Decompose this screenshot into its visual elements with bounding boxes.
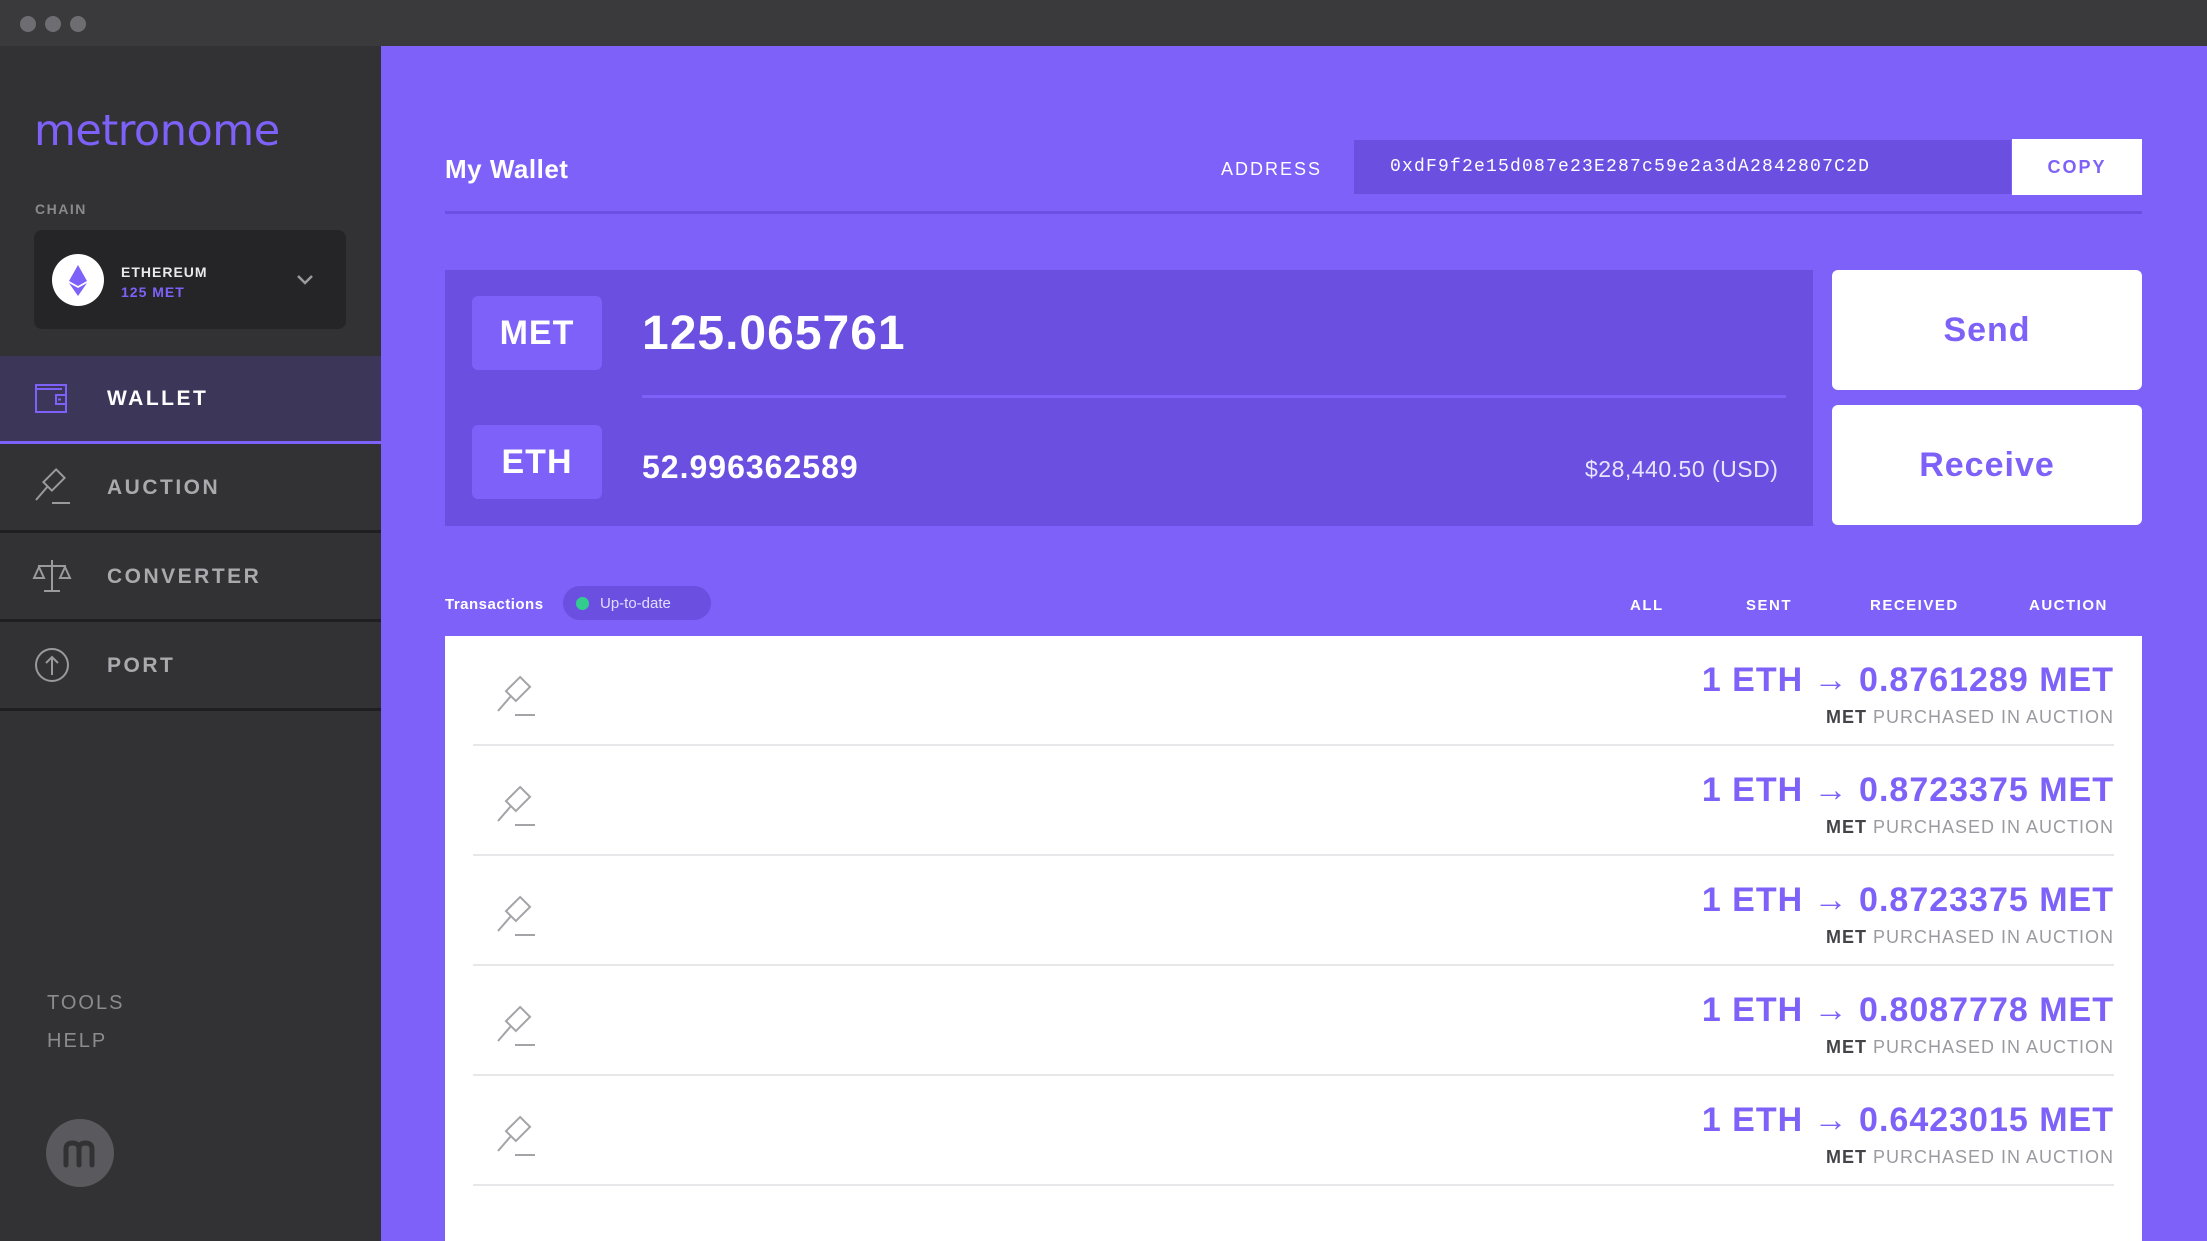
nav-item-auction[interactable]: AUCTION [0, 445, 381, 533]
filter-auction[interactable]: AUCTION [2029, 597, 2108, 614]
nav-item-wallet[interactable]: WALLET [0, 356, 381, 444]
balance-divider [642, 395, 1786, 398]
send-button[interactable]: Send [1832, 270, 2142, 390]
transactions-label: Transactions [445, 596, 544, 613]
avatar[interactable] [46, 1119, 114, 1187]
chain-selector[interactable]: ETHEREUM 125 MET [34, 230, 346, 329]
copy-address-button[interactable]: COPY [2012, 139, 2142, 195]
window-maximize-dot[interactable] [70, 16, 86, 32]
scale-icon [32, 556, 72, 596]
transaction-amount: 1 ETH → 0.6423015 MET [1701, 1101, 2114, 1139]
help-link[interactable]: HELP [47, 1030, 107, 1053]
nav-label-port: PORT [107, 654, 176, 677]
gavel-icon [493, 1004, 539, 1050]
transaction-token: MET [1825, 707, 1867, 727]
transaction-list: 1 ETH → 0.8761289 MET MET PURCHASED IN A… [445, 636, 2142, 1241]
transaction-amount: 1 ETH → 0.8723375 MET [1701, 881, 2114, 919]
transaction-token: MET [1825, 817, 1867, 837]
transaction-row[interactable]: 1 ETH → 0.8723375 MET MET PURCHASED IN A… [473, 856, 2114, 966]
transaction-description: MET PURCHASED IN AUCTION [1826, 1147, 2114, 1168]
transaction-row[interactable]: 1 ETH → 0.8087778 MET MET PURCHASED IN A… [473, 966, 2114, 1076]
transaction-description: MET PURCHASED IN AUCTION [1826, 1037, 2114, 1058]
transaction-amount: 1 ETH → 0.8087778 MET [1701, 991, 2114, 1029]
transaction-description: MET PURCHASED IN AUCTION [1826, 707, 2114, 728]
chevron-down-icon [294, 268, 316, 290]
nav-item-port[interactable]: PORT [0, 623, 381, 711]
wallet-icon [32, 378, 72, 418]
transaction-token: MET [1825, 927, 1867, 947]
page-title: My Wallet [445, 154, 569, 184]
transaction-type: PURCHASED IN AUCTION [1872, 707, 2114, 727]
status-text: Up-to-date [600, 595, 671, 612]
eth-balance: 52.996362589 [642, 449, 859, 485]
transaction-row[interactable]: 1 ETH → 0.8761289 MET MET PURCHASED IN A… [473, 636, 2114, 746]
met-badge: MET [472, 296, 602, 370]
nav-label-wallet: WALLET [107, 387, 209, 410]
ethereum-icon [52, 254, 104, 306]
transaction-type: PURCHASED IN AUCTION [1872, 1147, 2114, 1167]
app-logo: metronome [34, 106, 280, 156]
window-close-dot[interactable] [20, 16, 36, 32]
nav-label-auction: AUCTION [107, 476, 221, 499]
gavel-icon [493, 784, 539, 830]
transaction-description: MET PURCHASED IN AUCTION [1826, 817, 2114, 838]
transaction-row[interactable]: 1 ETH → 0.6423015 MET MET PURCHASED IN A… [473, 1076, 2114, 1186]
status-badge: Up-to-date [563, 586, 711, 620]
transaction-row[interactable]: 1 ETH → 0.8723375 MET MET PURCHASED IN A… [473, 746, 2114, 856]
gavel-icon [493, 894, 539, 940]
transaction-token: MET [1825, 1147, 1867, 1167]
transaction-type: PURCHASED IN AUCTION [1872, 927, 2114, 947]
transaction-type: PURCHASED IN AUCTION [1872, 1037, 2114, 1057]
receive-button[interactable]: Receive [1832, 405, 2142, 525]
address-field[interactable]: 0xdF9f2e15d087e23E287c59e2a3dA2842807C2D [1354, 140, 2011, 194]
balance-panel: MET 125.065761 ETH 52.996362589 $28,440.… [445, 270, 1813, 526]
chain-name: ETHEREUM [121, 264, 208, 280]
eth-badge: ETH [472, 425, 602, 499]
status-dot-icon [576, 597, 589, 610]
nav-item-converter[interactable]: CONVERTER [0, 534, 381, 622]
gavel-icon [493, 1114, 539, 1160]
chain-balance: 125 MET [121, 284, 185, 300]
filter-received[interactable]: RECEIVED [1870, 597, 1959, 614]
address-value: 0xdF9f2e15d087e23E287c59e2a3dA2842807C2D [1390, 157, 1871, 177]
main-content: My Wallet ADDRESS 0xdF9f2e15d087e23E287c… [381, 46, 2207, 1241]
nav-label-converter: CONVERTER [107, 565, 262, 588]
filter-all[interactable]: ALL [1630, 597, 1664, 614]
filter-sent[interactable]: SENT [1746, 597, 1792, 614]
window-minimize-dot[interactable] [45, 16, 61, 32]
sidebar: metronome CHAIN ETHEREUM 125 MET WALLET [0, 46, 381, 1241]
transaction-description: MET PURCHASED IN AUCTION [1826, 927, 2114, 948]
gavel-icon [493, 674, 539, 720]
port-arrow-icon [32, 645, 72, 685]
transaction-amount: 1 ETH → 0.8723375 MET [1701, 771, 2114, 809]
header-divider [445, 211, 2142, 214]
transaction-type: PURCHASED IN AUCTION [1872, 817, 2114, 837]
transaction-amount: 1 ETH → 0.8761289 MET [1701, 661, 2114, 699]
chain-label: CHAIN [35, 201, 87, 217]
eth-usd-value: $28,440.50 (USD) [1585, 456, 1779, 482]
transaction-token: MET [1825, 1037, 1867, 1057]
met-balance: 125.065761 [642, 307, 906, 360]
window-titlebar [0, 0, 2207, 46]
gavel-icon [32, 467, 72, 507]
address-label: ADDRESS [1221, 159, 1323, 179]
tools-link[interactable]: TOOLS [47, 992, 124, 1015]
